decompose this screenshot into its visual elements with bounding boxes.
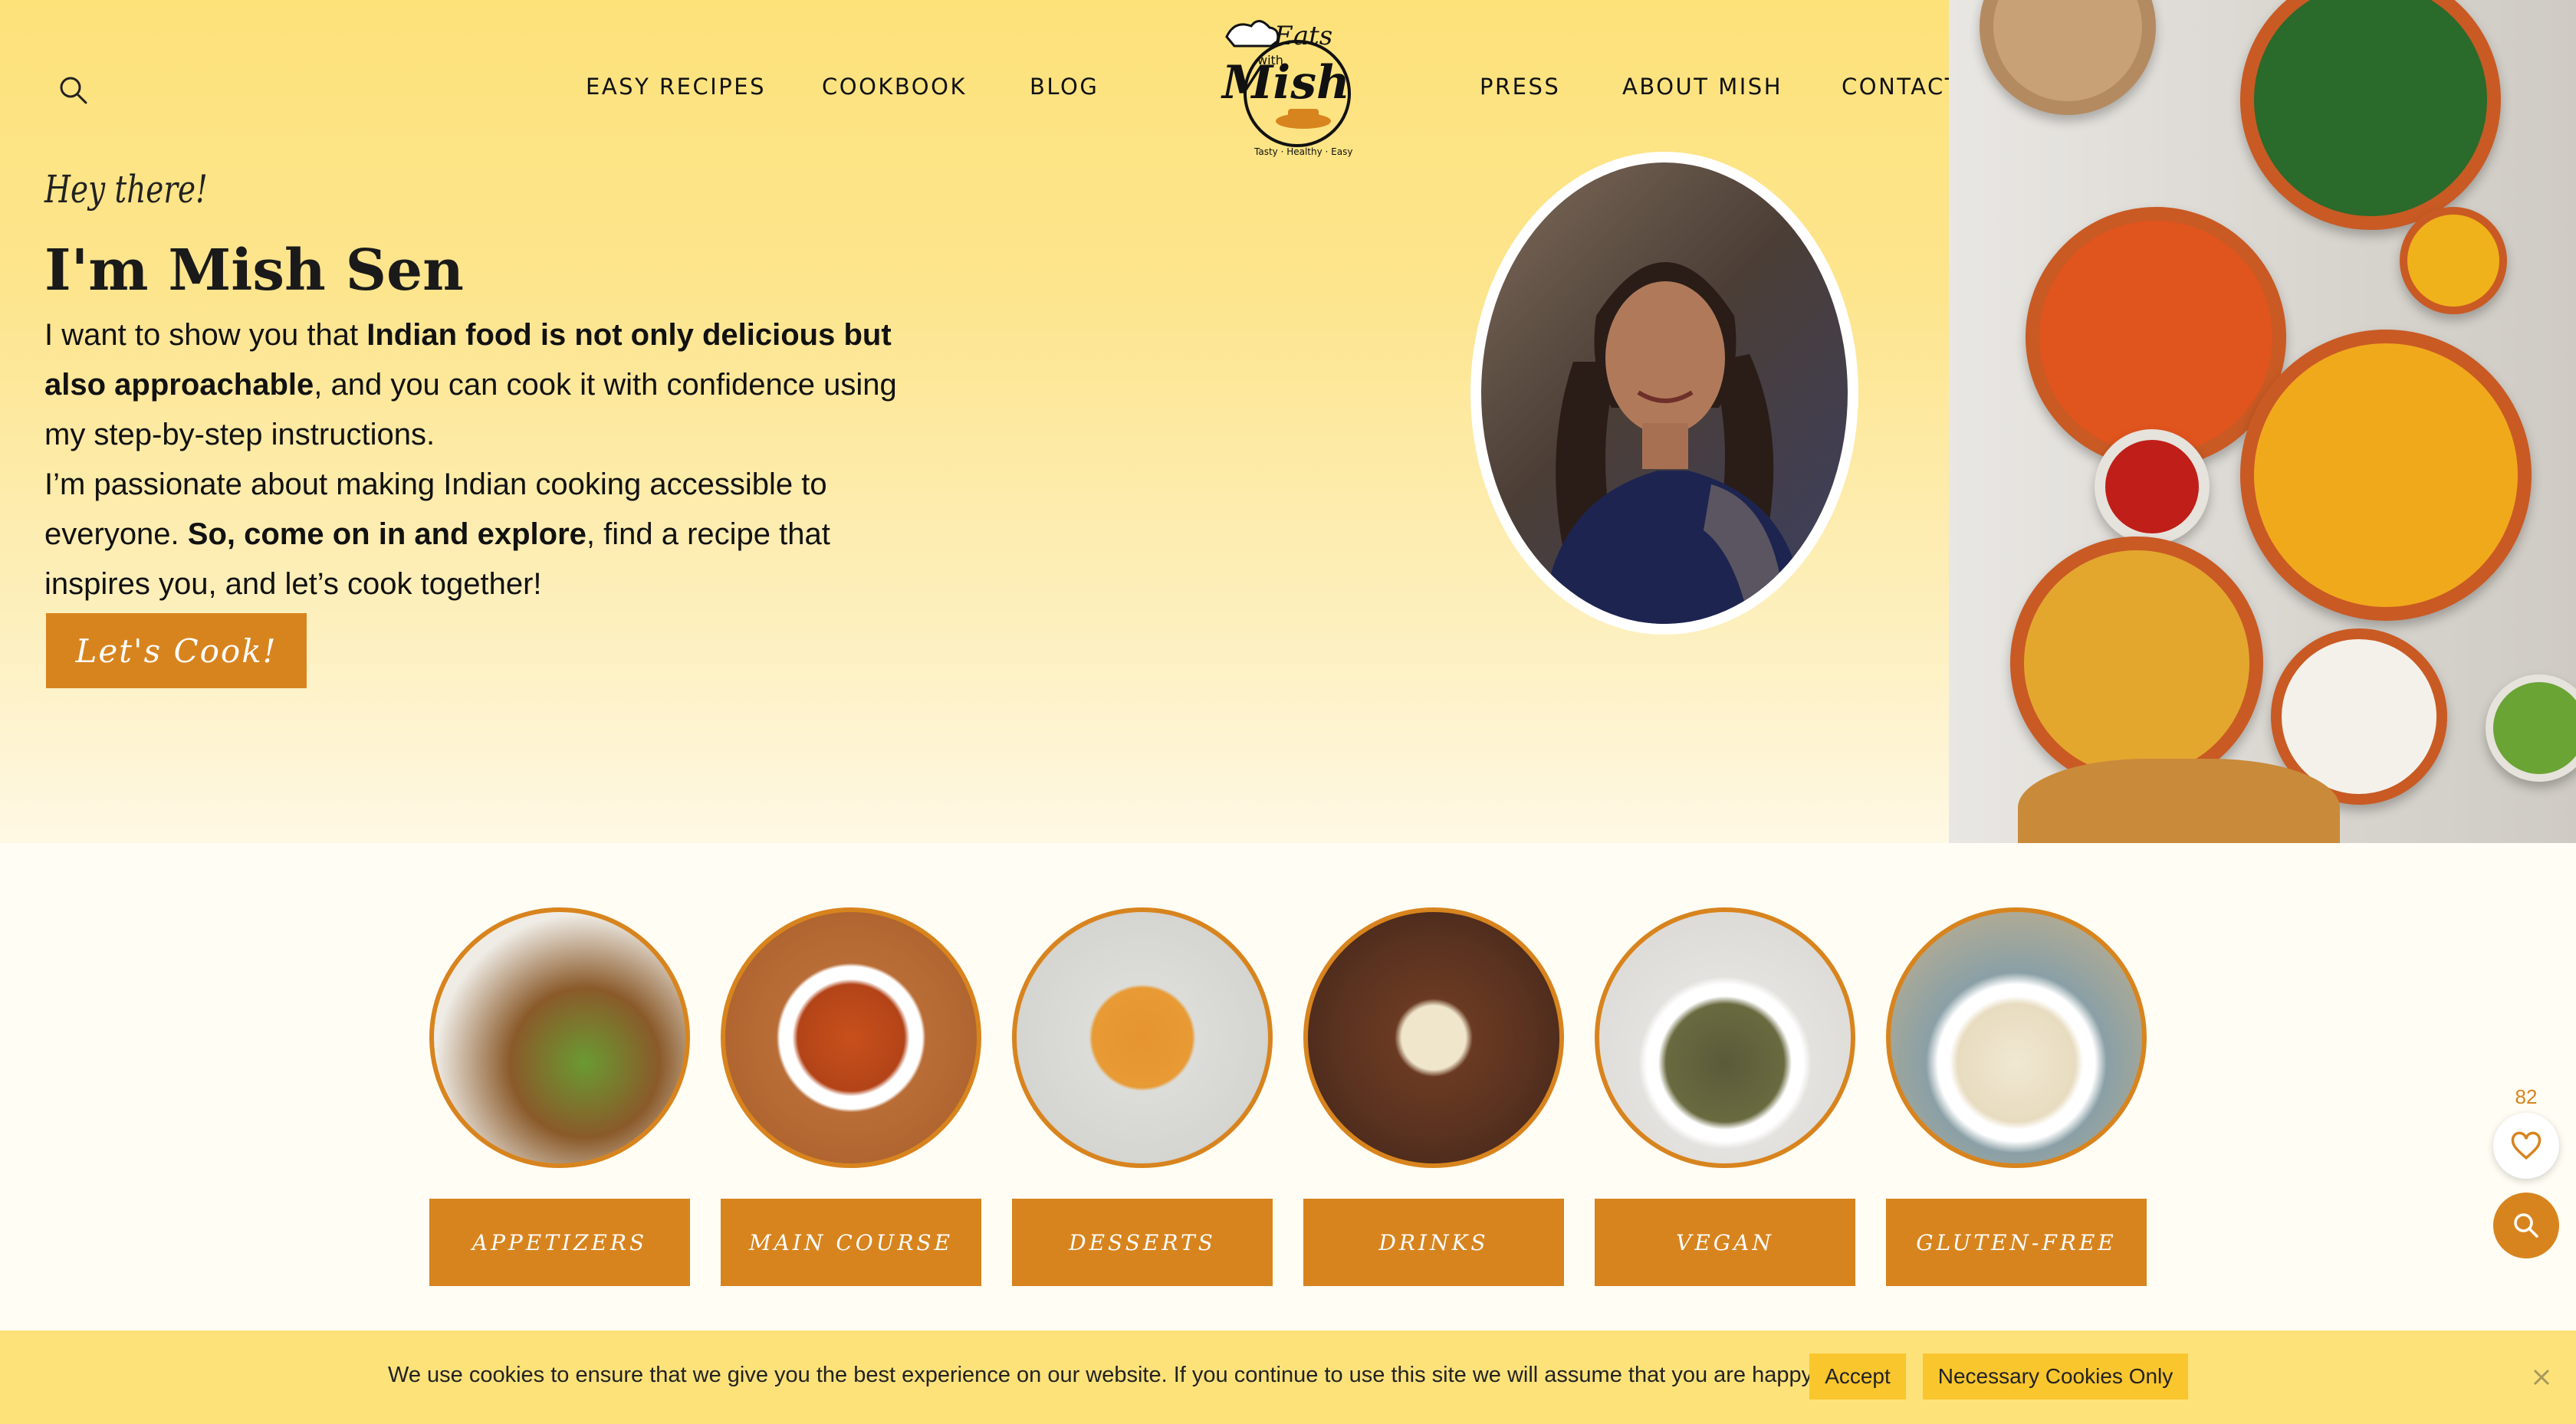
category-button-drinks[interactable]: DRINKS xyxy=(1303,1199,1564,1286)
greeting: Hey there! xyxy=(44,167,208,212)
lets-cook-button[interactable]: Let's Cook! xyxy=(46,613,307,688)
svg-text:Mish: Mish xyxy=(1221,56,1350,110)
category-image-drinks[interactable] xyxy=(1303,907,1564,1168)
category-image-vegan[interactable] xyxy=(1595,907,1855,1168)
site-logo[interactable]: Eats with Mish Tasty · Healthy · Easy xyxy=(1211,14,1365,159)
favorites-count: 82 xyxy=(2515,1085,2538,1108)
cookie-banner: We use cookies to ensure that we give yo… xyxy=(0,1330,2576,1424)
svg-text:Tasty · Healthy · Easy: Tasty · Healthy · Easy xyxy=(1254,146,1352,157)
nav-easy-recipes[interactable]: EASY RECIPES xyxy=(586,74,766,100)
favorites-button[interactable] xyxy=(2493,1113,2559,1179)
close-icon xyxy=(2533,1369,2550,1386)
category-image-desserts[interactable] xyxy=(1012,907,1273,1168)
search-icon xyxy=(60,77,87,104)
heart-icon xyxy=(2511,1131,2542,1160)
nav-press[interactable]: PRESS xyxy=(1480,74,1560,100)
nav-about-mish[interactable]: ABOUT MISH xyxy=(1622,74,1783,100)
search-icon xyxy=(2514,1213,2538,1238)
page-title: I'm Mish Sen xyxy=(44,238,464,304)
necessary-cookies-button[interactable]: Necessary Cookies Only xyxy=(1923,1353,2188,1399)
nav-blog[interactable]: BLOG xyxy=(1030,74,1099,100)
cookie-message: We use cookies to ensure that we give yo… xyxy=(388,1363,1882,1387)
intro-text: I want to show you that Indian food is n… xyxy=(44,318,897,601)
cookie-close-button[interactable] xyxy=(2528,1364,2555,1390)
nav-cookbook[interactable]: COOKBOOK xyxy=(822,74,967,100)
category-image-main-course[interactable] xyxy=(721,907,981,1168)
avatar xyxy=(1470,152,1858,635)
category-button-desserts[interactable]: DESSERTS xyxy=(1012,1199,1273,1286)
category-image-appetizers[interactable] xyxy=(429,907,690,1168)
category-button-appetizers[interactable]: APPETIZERS xyxy=(429,1199,690,1286)
header-search-button[interactable] xyxy=(55,72,92,109)
floating-search-button[interactable] xyxy=(2493,1193,2559,1258)
category-button-vegan[interactable]: VEGAN xyxy=(1595,1199,1855,1286)
category-image-gluten-free[interactable] xyxy=(1886,907,2147,1168)
svg-text:Eats: Eats xyxy=(1273,21,1332,51)
category-button-gluten-free[interactable]: GLUTEN-FREE xyxy=(1886,1199,2147,1286)
accept-cookies-button[interactable]: Accept xyxy=(1809,1353,1906,1399)
category-button-main-course[interactable]: MAIN COURSE xyxy=(721,1199,981,1286)
nav-contact[interactable]: CONTACT xyxy=(1842,74,1960,100)
hero-food-image xyxy=(1949,0,2576,843)
